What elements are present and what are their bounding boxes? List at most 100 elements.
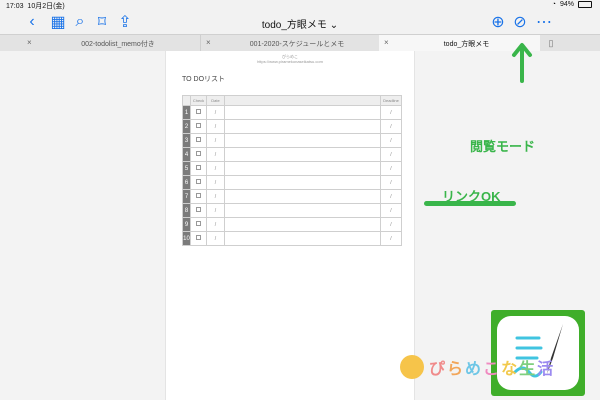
checkbox-cell[interactable]: [190, 189, 207, 204]
task-cell: [224, 133, 381, 148]
tab-2[interactable]: × 001-2020-スケジュールとメモ: [200, 35, 379, 51]
table-row: 4 / /: [182, 147, 402, 162]
tab-overview-icon[interactable]: ▯: [543, 35, 559, 51]
checkbox-cell[interactable]: [190, 161, 207, 176]
annotation-view-mode: 閲覧モード: [470, 139, 536, 154]
deadline-cell: /: [380, 105, 402, 120]
checkbox-cell[interactable]: [190, 175, 207, 190]
date-cell: /: [206, 119, 225, 134]
date-cell: /: [206, 175, 225, 190]
header-check: Check: [190, 95, 207, 106]
checkbox-cell[interactable]: [190, 231, 207, 246]
tab-1-label: 002-todolist_memo付き: [81, 41, 155, 48]
table-row: 3 / /: [182, 133, 402, 148]
checkbox-icon[interactable]: [196, 235, 201, 240]
date-cell: /: [206, 189, 225, 204]
task-cell: [224, 203, 381, 218]
checkbox-cell[interactable]: [190, 203, 207, 218]
checkbox-icon[interactable]: [196, 123, 201, 128]
checkbox-icon[interactable]: [196, 165, 201, 170]
deadline-cell: /: [380, 147, 402, 162]
document-title: TO DOリスト: [182, 76, 226, 83]
checkbox-cell[interactable]: [190, 133, 207, 148]
close-icon[interactable]: ×: [27, 38, 32, 47]
table-row: 5 / /: [182, 161, 402, 176]
document-page: ぴらめこ https://www.piramekonaseikatsu.com …: [165, 51, 415, 400]
status-bar: 17:03 10月2日(金) ◔ 94%: [0, 0, 600, 10]
date-cell: /: [206, 203, 225, 218]
deadline-cell: /: [380, 119, 402, 134]
header-number: [182, 95, 191, 106]
deadline-cell: /: [380, 133, 402, 148]
table-row: 8 / /: [182, 203, 402, 218]
task-cell: [224, 175, 381, 190]
task-cell: [224, 161, 381, 176]
date-cell: /: [206, 217, 225, 232]
checkbox-icon[interactable]: [196, 207, 201, 212]
site-brand: ぴらめこな生活: [400, 355, 555, 379]
checkbox-icon[interactable]: [196, 137, 201, 142]
row-number: 9: [182, 217, 191, 232]
table-row: 10 / /: [182, 231, 402, 246]
deadline-cell: /: [380, 189, 402, 204]
task-cell: [224, 189, 381, 204]
annotation-underline: [424, 201, 516, 206]
close-icon[interactable]: ×: [206, 38, 211, 47]
task-cell: [224, 119, 381, 134]
header-task: [224, 95, 381, 106]
row-number: 10: [182, 231, 191, 246]
page-header: ぴらめこ https://www.piramekonaseikatsu.com: [166, 54, 414, 64]
row-number: 7: [182, 189, 191, 204]
checkbox-icon[interactable]: [196, 179, 201, 184]
date-cell: /: [206, 133, 225, 148]
read-mode-icon[interactable]: ⊘: [512, 14, 528, 31]
checkbox-icon[interactable]: [196, 221, 201, 226]
checkbox-cell[interactable]: [190, 105, 207, 120]
table-row: 7 / /: [182, 189, 402, 204]
row-number: 8: [182, 203, 191, 218]
row-number: 5: [182, 161, 191, 176]
row-number: 1: [182, 105, 191, 120]
wifi-icon: ◔: [551, 1, 556, 8]
document-viewer[interactable]: ぴらめこ https://www.piramekonaseikatsu.com …: [0, 43, 600, 400]
arrow-up-icon: [512, 43, 532, 83]
table-row: 9 / /: [182, 217, 402, 232]
more-icon[interactable]: ⋯: [536, 14, 552, 31]
date-cell: /: [206, 161, 225, 176]
tab-2-label: 001-2020-スケジュールとメモ: [249, 41, 345, 48]
checkbox-icon[interactable]: [196, 151, 201, 156]
row-number: 3: [182, 133, 191, 148]
row-number: 6: [182, 175, 191, 190]
checkbox-cell[interactable]: [190, 147, 207, 162]
header-date: Date: [206, 95, 225, 106]
date-cell: /: [206, 231, 225, 246]
header-url[interactable]: https://www.piramekonaseikatsu.com: [166, 59, 414, 64]
status-right: ◔ 94%: [552, 1, 592, 8]
table-row: 2 / /: [182, 119, 402, 134]
page-title[interactable]: todo_方眼メモ ⌄: [0, 16, 600, 31]
battery-label: 94%: [559, 1, 574, 8]
add-page-icon[interactable]: ⊕: [490, 14, 506, 31]
deadline-cell: /: [380, 175, 402, 190]
close-icon[interactable]: ×: [384, 38, 389, 47]
smiley-face-icon: [400, 355, 424, 379]
brand-name: ぴらめこな生活: [429, 361, 556, 378]
checkbox-cell[interactable]: [190, 119, 207, 134]
task-cell: [224, 231, 381, 246]
table-row: 6 / /: [182, 175, 402, 190]
battery-icon: [578, 1, 592, 8]
goodnotes-app-icon: [491, 310, 585, 396]
deadline-cell: /: [380, 217, 402, 232]
date-cell: /: [206, 147, 225, 162]
deadline-cell: /: [380, 203, 402, 218]
deadline-cell: /: [380, 231, 402, 246]
task-cell: [224, 105, 381, 120]
checkbox-icon[interactable]: [196, 109, 201, 114]
checkbox-icon[interactable]: [196, 193, 201, 198]
row-number: 4: [182, 147, 191, 162]
toolbar: ‹ ▦ ⌕ ⌑ ⇪ todo_方眼メモ ⌄ ⊕ ⊘ ⋯: [0, 10, 600, 34]
table-row: 1 / /: [182, 105, 402, 120]
tab-1[interactable]: × 002-todolist_memo付き: [22, 35, 200, 51]
checkbox-cell[interactable]: [190, 217, 207, 232]
header-deadline: Deadline: [380, 95, 402, 106]
